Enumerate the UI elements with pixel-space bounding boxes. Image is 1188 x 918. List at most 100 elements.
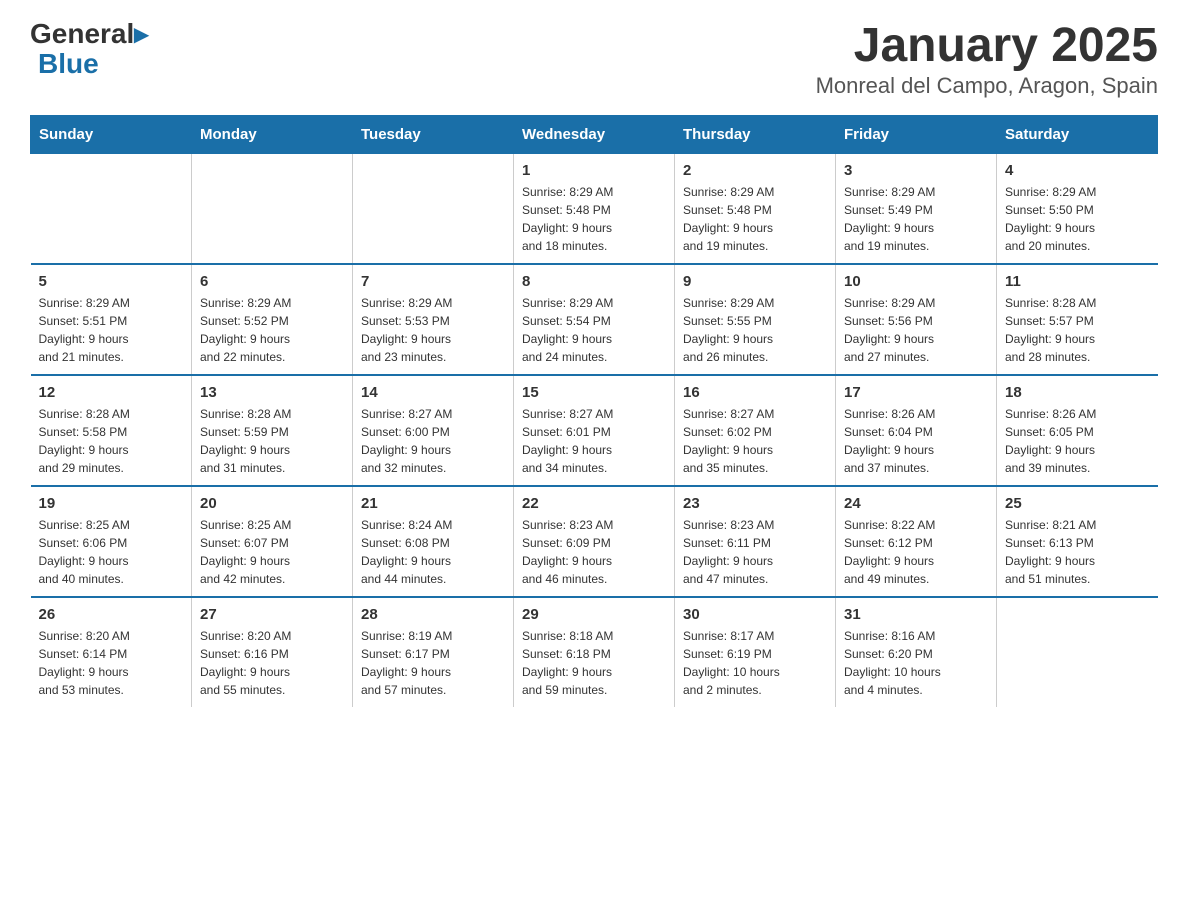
header-cell-tuesday: Tuesday [353, 115, 514, 153]
logo: General▸ Blue [30, 20, 148, 78]
day-info: Sunrise: 8:21 AM Sunset: 6:13 PM Dayligh… [1005, 516, 1150, 588]
day-cell: 1Sunrise: 8:29 AM Sunset: 5:48 PM Daylig… [514, 153, 675, 264]
logo-blue-text: Blue [38, 50, 99, 78]
day-number: 14 [361, 384, 505, 401]
day-info: Sunrise: 8:29 AM Sunset: 5:49 PM Dayligh… [844, 183, 988, 255]
day-cell: 26 Sunrise: 8:20 AM Sunset: 6:14 PM Dayli… [31, 597, 192, 707]
day-number: 2 [683, 162, 827, 179]
day-info: Sunrise: 8:25 AM Sunset: 6:07 PM Dayligh… [200, 516, 344, 588]
day-info: Sunrise: 8:29 AM Sunset: 5:52 PM Dayligh… [200, 294, 344, 366]
day-cell: 21Sunrise: 8:24 AM Sunset: 6:08 PM Dayli… [353, 486, 514, 597]
day-number: 21 [361, 495, 505, 512]
day-cell: 29 Sunrise: 8:18 AM Sunset: 6:18 PM Dayli… [514, 597, 675, 707]
day-info: Sunrise: 8:26 AM Sunset: 6:05 PM Dayligh… [1005, 405, 1150, 477]
day-number: 4 [1005, 162, 1150, 179]
day-info: Sunrise: 8:20 AM Sunset: 6:14 PM Dayligh… [39, 627, 184, 699]
day-cell: 9 Sunrise: 8:29 AM Sunset: 5:55 PM Daylig… [675, 264, 836, 375]
header-cell-thursday: Thursday [675, 115, 836, 153]
day-cell: 12 Sunrise: 8:28 AM Sunset: 5:58 PM Dayli… [31, 375, 192, 486]
day-number: 25 [1005, 495, 1150, 512]
day-cell: 31 Sunrise: 8:16 AM Sunset: 6:20 PM Dayli… [836, 597, 997, 707]
page-header: General▸ Blue January 2025 Monreal del C… [30, 20, 1158, 99]
day-info: Sunrise: 8:16 AM Sunset: 6:20 PM Dayligh… [844, 627, 988, 699]
day-cell: 24 Sunrise: 8:22 AM Sunset: 6:12 PM Dayli… [836, 486, 997, 597]
day-number: 28 [361, 606, 505, 623]
day-info: Sunrise: 8:20 AM Sunset: 6:16 PM Dayligh… [200, 627, 344, 699]
day-number: 17 [844, 384, 988, 401]
day-cell [192, 153, 353, 264]
day-info: Sunrise: 8:29 AM Sunset: 5:48 PM Dayligh… [522, 183, 666, 255]
day-info: Sunrise: 8:26 AM Sunset: 6:04 PM Dayligh… [844, 405, 988, 477]
day-cell: 3 Sunrise: 8:29 AM Sunset: 5:49 PM Daylig… [836, 153, 997, 264]
day-cell: 30Sunrise: 8:17 AM Sunset: 6:19 PM Dayli… [675, 597, 836, 707]
day-number: 10 [844, 273, 988, 290]
day-info: Sunrise: 8:28 AM Sunset: 5:57 PM Dayligh… [1005, 294, 1150, 366]
day-cell: 2 Sunrise: 8:29 AM Sunset: 5:48 PM Daylig… [675, 153, 836, 264]
day-number: 11 [1005, 273, 1150, 290]
day-number: 13 [200, 384, 344, 401]
day-cell: 27Sunrise: 8:20 AM Sunset: 6:16 PM Dayli… [192, 597, 353, 707]
title-block: January 2025 Monreal del Campo, Aragon, … [816, 20, 1158, 99]
day-number: 26 [39, 606, 184, 623]
day-info: Sunrise: 8:29 AM Sunset: 5:48 PM Dayligh… [683, 183, 827, 255]
week-row-1: 1Sunrise: 8:29 AM Sunset: 5:48 PM Daylig… [31, 153, 1158, 264]
day-info: Sunrise: 8:25 AM Sunset: 6:06 PM Dayligh… [39, 516, 184, 588]
day-info: Sunrise: 8:29 AM Sunset: 5:51 PM Dayligh… [39, 294, 184, 366]
day-number: 9 [683, 273, 827, 290]
header-cell-wednesday: Wednesday [514, 115, 675, 153]
day-number: 31 [844, 606, 988, 623]
calendar-table: SundayMondayTuesdayWednesdayThursdayFrid… [30, 115, 1158, 707]
header-cell-monday: Monday [192, 115, 353, 153]
day-info: Sunrise: 8:29 AM Sunset: 5:56 PM Dayligh… [844, 294, 988, 366]
day-number: 20 [200, 495, 344, 512]
day-number: 29 [522, 606, 666, 623]
day-info: Sunrise: 8:29 AM Sunset: 5:53 PM Dayligh… [361, 294, 505, 366]
day-cell: 15 Sunrise: 8:27 AM Sunset: 6:01 PM Dayli… [514, 375, 675, 486]
day-cell: 16 Sunrise: 8:27 AM Sunset: 6:02 PM Dayli… [675, 375, 836, 486]
day-info: Sunrise: 8:29 AM Sunset: 5:55 PM Dayligh… [683, 294, 827, 366]
day-number: 3 [844, 162, 988, 179]
day-cell: 22Sunrise: 8:23 AM Sunset: 6:09 PM Dayli… [514, 486, 675, 597]
day-cell: 11 Sunrise: 8:28 AM Sunset: 5:57 PM Dayli… [997, 264, 1158, 375]
day-info: Sunrise: 8:23 AM Sunset: 6:09 PM Dayligh… [522, 516, 666, 588]
day-info: Sunrise: 8:19 AM Sunset: 6:17 PM Dayligh… [361, 627, 505, 699]
day-info: Sunrise: 8:29 AM Sunset: 5:54 PM Dayligh… [522, 294, 666, 366]
calendar-subtitle: Monreal del Campo, Aragon, Spain [816, 73, 1158, 99]
day-info: Sunrise: 8:27 AM Sunset: 6:01 PM Dayligh… [522, 405, 666, 477]
day-info: Sunrise: 8:28 AM Sunset: 5:58 PM Dayligh… [39, 405, 184, 477]
day-number: 18 [1005, 384, 1150, 401]
day-cell: 6 Sunrise: 8:29 AM Sunset: 5:52 PM Daylig… [192, 264, 353, 375]
day-cell: 8 Sunrise: 8:29 AM Sunset: 5:54 PM Daylig… [514, 264, 675, 375]
week-row-4: 19Sunrise: 8:25 AM Sunset: 6:06 PM Dayli… [31, 486, 1158, 597]
day-cell [997, 597, 1158, 707]
day-cell: 13 Sunrise: 8:28 AM Sunset: 5:59 PM Dayli… [192, 375, 353, 486]
day-cell: 25 Sunrise: 8:21 AM Sunset: 6:13 PM Dayli… [997, 486, 1158, 597]
day-number: 24 [844, 495, 988, 512]
day-cell: 7Sunrise: 8:29 AM Sunset: 5:53 PM Daylig… [353, 264, 514, 375]
day-cell: 17 Sunrise: 8:26 AM Sunset: 6:04 PM Dayli… [836, 375, 997, 486]
day-cell: 14Sunrise: 8:27 AM Sunset: 6:00 PM Dayli… [353, 375, 514, 486]
day-number: 15 [522, 384, 666, 401]
day-cell: 28 Sunrise: 8:19 AM Sunset: 6:17 PM Dayli… [353, 597, 514, 707]
day-number: 12 [39, 384, 184, 401]
day-info: Sunrise: 8:27 AM Sunset: 6:02 PM Dayligh… [683, 405, 827, 477]
calendar-title: January 2025 [816, 20, 1158, 73]
day-cell: 18 Sunrise: 8:26 AM Sunset: 6:05 PM Dayli… [997, 375, 1158, 486]
day-cell: 20 Sunrise: 8:25 AM Sunset: 6:07 PM Dayli… [192, 486, 353, 597]
day-info: Sunrise: 8:28 AM Sunset: 5:59 PM Dayligh… [200, 405, 344, 477]
day-info: Sunrise: 8:22 AM Sunset: 6:12 PM Dayligh… [844, 516, 988, 588]
day-number: 8 [522, 273, 666, 290]
week-row-2: 5 Sunrise: 8:29 AM Sunset: 5:51 PM Daylig… [31, 264, 1158, 375]
day-number: 16 [683, 384, 827, 401]
day-info: Sunrise: 8:29 AM Sunset: 5:50 PM Dayligh… [1005, 183, 1150, 255]
day-info: Sunrise: 8:23 AM Sunset: 6:11 PM Dayligh… [683, 516, 827, 588]
day-cell: 23Sunrise: 8:23 AM Sunset: 6:11 PM Dayli… [675, 486, 836, 597]
day-cell: 5 Sunrise: 8:29 AM Sunset: 5:51 PM Daylig… [31, 264, 192, 375]
day-number: 5 [39, 273, 184, 290]
logo-general-triangle-inline: ▸ [134, 18, 148, 49]
day-info: Sunrise: 8:18 AM Sunset: 6:18 PM Dayligh… [522, 627, 666, 699]
header-row: SundayMondayTuesdayWednesdayThursdayFrid… [31, 115, 1158, 153]
week-row-5: 26 Sunrise: 8:20 AM Sunset: 6:14 PM Dayli… [31, 597, 1158, 707]
day-number: 6 [200, 273, 344, 290]
header-cell-friday: Friday [836, 115, 997, 153]
